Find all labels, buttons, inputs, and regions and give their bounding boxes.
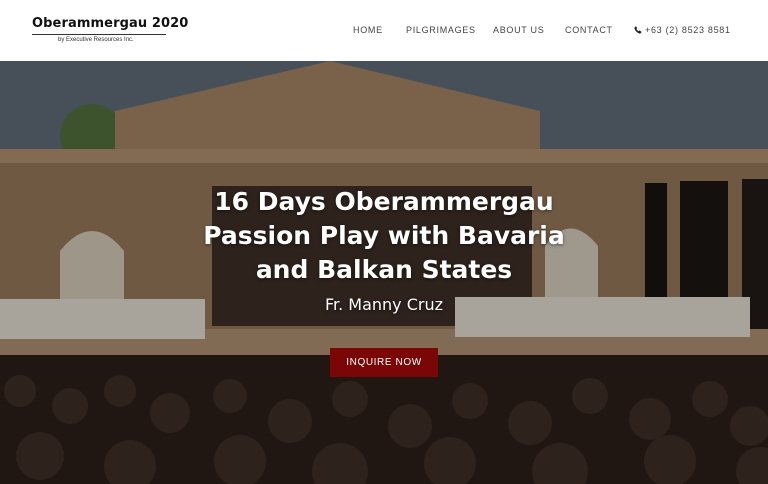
nav-pilgrimages[interactable]: PILGRIMAGES <box>406 25 476 35</box>
nav-about-us[interactable]: ABOUT US <box>493 25 544 35</box>
main-nav: HOME PILGRIMAGES ABOUT US CONTACT +63 (2… <box>340 0 738 61</box>
nav-home[interactable]: HOME <box>353 25 383 35</box>
hero-title-line: and Balkan States <box>255 255 513 284</box>
site-logo[interactable]: Oberammergau 2020 by Executive Resources… <box>32 16 189 43</box>
logo-subtitle: by Executive Resources Inc. <box>58 37 134 43</box>
nav-contact[interactable]: CONTACT <box>565 25 613 35</box>
nav-phone[interactable]: +63 (2) 8523 8581 <box>634 25 731 35</box>
logo-divider <box>32 34 166 35</box>
logo-title: Oberammergau 2020 <box>32 16 189 31</box>
hero-title-line: Passion Play with Bavaria <box>203 221 565 250</box>
site-header: Oberammergau 2020 by Executive Resources… <box>0 0 768 61</box>
hero-subtitle: Fr. Manny Cruz <box>324 295 444 314</box>
hero-banner: 16 Days Oberammergau Passion Play with B… <box>0 61 768 484</box>
inquire-now-button[interactable]: INQUIRE NOW <box>330 348 438 377</box>
phone-number: +63 (2) 8523 8581 <box>645 25 731 35</box>
hero-title-line: 16 Days Oberammergau <box>214 187 554 216</box>
phone-icon <box>634 26 642 34</box>
hero-title: 16 Days Oberammergau Passion Play with B… <box>0 185 768 287</box>
